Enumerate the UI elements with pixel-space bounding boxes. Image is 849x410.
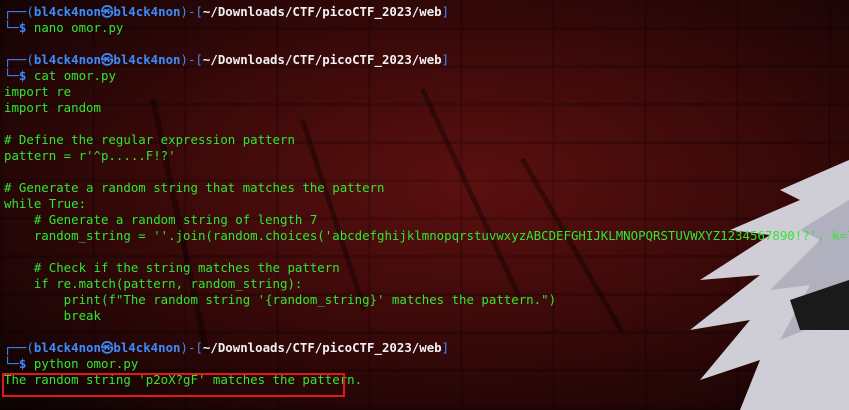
file-line bbox=[4, 244, 849, 260]
file-line: print(f"The random string '{random_strin… bbox=[4, 292, 557, 307]
command-line: └─$ python omor.py bbox=[4, 356, 139, 371]
prompt-header: ┌──(bl4ck4non㉿bl4ck4non)-[~/Downloads/CT… bbox=[4, 4, 450, 19]
terminal-window[interactable]: ┌──(bl4ck4non㉿bl4ck4non)-[~/Downloads/CT… bbox=[0, 0, 849, 410]
prompt-header: ┌──(bl4ck4non㉿bl4ck4non)-[~/Downloads/CT… bbox=[4, 52, 450, 67]
file-line: # Check if the string matches the patter… bbox=[4, 260, 340, 275]
prompt-header: ┌──(bl4ck4non㉿bl4ck4non)-[~/Downloads/CT… bbox=[4, 340, 450, 355]
file-line bbox=[4, 116, 849, 132]
file-line: # Generate a random string of length 7 bbox=[4, 212, 318, 227]
output-highlight-box bbox=[2, 373, 345, 397]
command-line: └─$ cat omor.py bbox=[4, 68, 116, 83]
file-line: # Generate a random string that matches … bbox=[4, 180, 385, 195]
file-line: # Define the regular expression pattern bbox=[4, 132, 295, 147]
file-line bbox=[4, 164, 849, 180]
file-line: pattern = r'^p.....F!?' bbox=[4, 148, 176, 163]
file-line: while True: bbox=[4, 196, 87, 211]
terminal-output: ┌──(bl4ck4non㉿bl4ck4non)-[~/Downloads/CT… bbox=[4, 4, 849, 388]
file-line: import re bbox=[4, 84, 72, 99]
command-line: └─$ nano omor.py bbox=[4, 20, 124, 35]
file-line: if re.match(pattern, random_string): bbox=[4, 276, 303, 291]
file-line: import random bbox=[4, 100, 101, 115]
file-line: break bbox=[4, 308, 101, 323]
file-line: random_string = ''.join(random.choices('… bbox=[4, 228, 849, 243]
file-line bbox=[4, 324, 849, 340]
